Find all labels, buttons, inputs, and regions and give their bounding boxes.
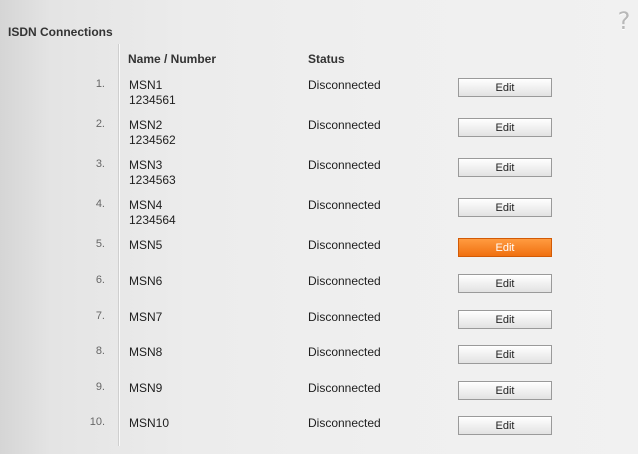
row-name: MSN2 1234562 [129,118,176,148]
connection-status: Disconnected [308,238,381,252]
row-name: MSN5 [129,238,162,253]
msn-name: MSN9 [129,381,163,395]
edit-button[interactable]: Edit [458,416,552,435]
row-index: 1. [95,78,105,90]
msn-number: 1234564 [129,213,176,227]
edit-button[interactable]: Edit [458,345,552,364]
row-index: 4. [95,198,105,210]
table-row: 8. MSN8 Disconnected Edit [0,345,638,381]
msn-name: MSN2 [129,118,163,132]
edit-button[interactable]: Edit [458,238,552,257]
row-index: 3. [95,158,105,170]
edit-button[interactable]: Edit [458,118,552,137]
msn-number: 1234561 [129,93,176,107]
table-row: 1. MSN1 1234561 Disconnected Edit [0,78,638,114]
edit-button[interactable]: Edit [458,381,552,400]
table-row: 4. MSN4 1234564 Disconnected Edit [0,198,638,234]
row-index: 9. [95,381,105,393]
connection-status: Disconnected [308,118,381,132]
msn-name: MSN7 [129,310,163,324]
table-row: 6. MSN6 Disconnected Edit [0,274,638,310]
column-header-status: Status [308,52,345,66]
row-name: MSN7 [129,310,162,325]
table-row: 5. MSN5 Disconnected Edit [0,238,638,274]
row-index: 6. [95,274,105,286]
help-icon[interactable]: ? [612,8,636,34]
msn-name: MSN10 [129,416,170,430]
edit-button[interactable]: Edit [458,78,552,97]
edit-button[interactable]: Edit [458,310,552,329]
connection-status: Disconnected [308,158,381,172]
column-header-name: Name / Number [128,52,217,66]
connection-status: Disconnected [308,78,381,92]
edit-button[interactable]: Edit [458,198,552,217]
connection-status: Disconnected [308,198,381,212]
msn-name: MSN4 [129,198,163,212]
row-index: 5. [95,238,105,250]
msn-name: MSN5 [129,238,163,252]
connection-status: Disconnected [308,345,381,359]
connection-status: Disconnected [308,381,381,395]
table-row: 3. MSN3 1234563 Disconnected Edit [0,158,638,194]
row-name: MSN6 [129,274,162,289]
row-name: MSN4 1234564 [129,198,176,228]
row-name: MSN8 [129,345,162,360]
row-index: 2. [95,118,105,130]
connection-status: Disconnected [308,416,381,430]
edit-button[interactable]: Edit [458,274,552,293]
msn-name: MSN8 [129,345,163,359]
connection-status: Disconnected [308,310,381,324]
edit-button[interactable]: Edit [458,158,552,177]
row-index: 8. [95,345,105,357]
page-title: ISDN Connections [8,25,113,39]
row-name: MSN3 1234563 [129,158,176,188]
msn-name: MSN3 [129,158,163,172]
msn-number: 1234562 [129,133,176,147]
row-index: 10. [89,416,105,428]
table-row: 2. MSN2 1234562 Disconnected Edit [0,118,638,154]
row-name: MSN1 1234561 [129,78,176,108]
msn-number: 1234563 [129,173,176,187]
table-row: 7. MSN7 Disconnected Edit [0,310,638,346]
table-row: 9. MSN9 Disconnected Edit [0,381,638,417]
row-index: 7. [95,310,105,322]
table-row: 10. MSN10 Disconnected Edit [0,416,638,452]
msn-name: MSN6 [129,274,163,288]
msn-name: MSN1 [129,78,163,92]
row-name: MSN9 [129,381,162,396]
connection-status: Disconnected [308,274,381,288]
row-name: MSN10 [129,416,169,431]
